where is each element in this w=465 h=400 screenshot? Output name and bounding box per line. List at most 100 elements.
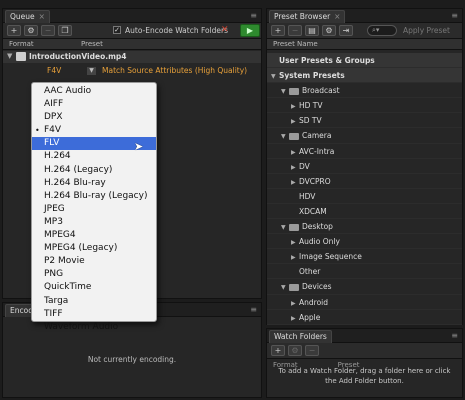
preset-value[interactable]: Match Source Attributes (High Quality) <box>102 66 247 75</box>
import-preset-button[interactable]: ⇥ <box>339 25 353 36</box>
queue-toolbar: + ⚙ − ❐ ✓ Auto-Encode Watch Folders ✕ ▶ <box>3 23 261 39</box>
category-icon <box>289 87 299 95</box>
preset-settings-button[interactable]: ⚙ <box>322 25 336 36</box>
preset-row-label: SD TV <box>299 116 322 126</box>
preset-row[interactable]: ▶ Android <box>267 295 462 310</box>
preset-row[interactable]: ▶ Audio Only <box>267 234 462 250</box>
apply-preset-button[interactable]: Apply Preset <box>403 26 450 35</box>
preset-row[interactable]: ▶ AVC-Intra <box>267 144 462 159</box>
format-option-label: H.264 Blu-ray (Legacy) <box>44 190 148 201</box>
format-option-label: H.264 (Legacy) <box>44 164 113 175</box>
auto-encode-checkbox[interactable]: ✓ <box>113 26 121 34</box>
preset-row[interactable]: ▶ DVCPRO <box>267 174 462 189</box>
preset-row[interactable]: ▼ Devices <box>267 279 462 295</box>
format-option[interactable]: MPEG4 (Legacy) <box>32 242 156 255</box>
preset-row[interactable]: ▼ Camera <box>267 128 462 144</box>
preset-row[interactable]: ▶ DV <box>267 159 462 174</box>
preset-group-row[interactable]: User Presets & Groups <box>267 53 462 69</box>
disclosure-triangle-icon[interactable]: ▶ <box>291 175 299 190</box>
preset-row[interactable]: ▶ SD TV <box>267 113 462 129</box>
format-option-label: PNG <box>44 269 64 280</box>
disclosure-triangle-icon[interactable]: ▼ <box>281 280 289 295</box>
disclosure-triangle-icon[interactable]: ▼ <box>281 84 289 99</box>
disclosure-triangle-icon[interactable]: ▼ <box>281 220 289 235</box>
format-option[interactable]: AIFF <box>32 98 156 111</box>
format-option[interactable]: AAC Audio <box>32 85 156 98</box>
queue-item[interactable]: ▼ IntroductionVideo.mp4 <box>3 51 261 63</box>
add-folder-button[interactable]: + <box>271 345 285 356</box>
format-option[interactable]: QuickTime <box>32 281 156 294</box>
preset-row[interactable]: Other <box>267 264 462 280</box>
close-icon[interactable]: × <box>334 12 340 21</box>
watch-settings-button[interactable]: ⚙ <box>288 345 302 356</box>
panel-menu-icon[interactable]: ≡ <box>451 11 458 20</box>
preset-row[interactable]: ▶ Image Sequence <box>267 249 462 265</box>
format-option[interactable]: JPEG <box>32 203 156 216</box>
tab-watch-folders[interactable]: Watch Folders <box>269 330 332 343</box>
disclosure-triangle-icon[interactable]: ▶ <box>291 250 299 265</box>
column-format[interactable]: Format <box>9 40 34 48</box>
expand-triangle-icon[interactable]: ▼ <box>7 52 12 60</box>
disclosure-triangle-icon[interactable]: ▶ <box>291 160 299 175</box>
format-option[interactable]: MPEG4 <box>32 229 156 242</box>
preset-row-label: XDCAM <box>299 206 327 216</box>
duplicate-button[interactable]: ❐ <box>58 25 72 36</box>
preset-group-row[interactable]: ▼ System Presets <box>267 68 462 84</box>
tab-preset-browser[interactable]: Preset Browser × <box>269 10 346 23</box>
preset-row[interactable]: HDV <box>267 189 462 204</box>
format-option[interactable]: H.264 (Legacy) <box>32 164 156 177</box>
queue-output-row[interactable]: F4V ▼ Match Source Attributes (High Qual… <box>3 65 261 77</box>
format-option-label: JPEG <box>44 203 65 214</box>
format-option-label: TIFF <box>44 308 63 319</box>
tab-queue[interactable]: Queue × <box>5 10 50 23</box>
format-option[interactable]: TIFF <box>32 308 156 321</box>
disclosure-triangle-icon[interactable]: ▶ <box>291 296 299 311</box>
column-preset-name[interactable]: Preset Name <box>273 40 318 48</box>
format-option[interactable]: H.264 Blu-ray (Legacy) <box>32 190 156 203</box>
preset-row[interactable]: XDCAM <box>267 204 462 220</box>
preset-row-label: Other <box>299 267 321 277</box>
disclosure-triangle-icon[interactable]: ▼ <box>271 69 279 84</box>
new-preset-button[interactable]: + <box>271 25 285 36</box>
watch-folders-tabbar: Watch Folders ≡ <box>267 329 462 343</box>
panel-menu-icon[interactable]: ≡ <box>250 305 257 314</box>
preset-dropdown-arrow-icon[interactable]: ▼ <box>87 67 96 75</box>
disclosure-triangle-icon[interactable]: ▶ <box>291 311 299 326</box>
format-dropdown-menu: AAC Audio AIFF DPX • F4V FLV H.264 H.264 (Legac… <box>31 82 157 332</box>
category-icon <box>289 283 299 291</box>
queue-item-name: IntroductionVideo.mp4 <box>29 52 127 61</box>
format-option[interactable]: MP3 <box>32 216 156 229</box>
preset-row[interactable]: ▼ Desktop <box>267 219 462 235</box>
disclosure-triangle-icon[interactable]: ▶ <box>291 145 299 160</box>
format-option[interactable]: DPX <box>32 111 156 124</box>
stop-queue-icon[interactable]: ✕ <box>221 25 229 35</box>
format-value[interactable]: F4V <box>47 66 61 75</box>
panel-menu-icon[interactable]: ≡ <box>451 331 458 340</box>
format-option[interactable]: • F4V <box>32 124 156 137</box>
remove-preset-button[interactable]: − <box>288 25 302 36</box>
preset-row[interactable]: ▼ Broadcast <box>267 83 462 99</box>
remove-folder-button[interactable]: − <box>305 345 319 356</box>
close-icon[interactable]: × <box>39 12 45 21</box>
format-option[interactable]: P2 Movie <box>32 255 156 268</box>
disclosure-triangle-icon[interactable]: ▼ <box>281 129 289 144</box>
column-preset[interactable]: Preset <box>81 40 103 48</box>
preset-row[interactable]: ▶ HD TV <box>267 98 462 114</box>
tab-encoding-label: Encod <box>10 306 33 315</box>
new-group-button[interactable]: ▤ <box>305 25 319 36</box>
start-queue-button[interactable]: ▶ <box>240 24 260 37</box>
add-source-button[interactable]: + <box>7 25 21 36</box>
disclosure-triangle-icon[interactable]: ▶ <box>291 235 299 250</box>
panel-menu-icon[interactable]: ≡ <box>250 11 257 20</box>
disclosure-triangle-icon[interactable]: ▶ <box>291 99 299 114</box>
search-input[interactable]: ⌕▾ <box>367 25 397 36</box>
format-option[interactable]: Targa <box>32 295 156 308</box>
format-option[interactable]: Waveform Audio <box>32 321 156 334</box>
disclosure-triangle-icon[interactable]: ▶ <box>291 114 299 129</box>
format-option[interactable]: PNG <box>32 268 156 281</box>
settings-button[interactable]: ⚙ <box>24 25 38 36</box>
format-option[interactable]: H.264 Blu-ray <box>32 177 156 190</box>
format-option-label: QuickTime <box>44 282 92 293</box>
remove-button[interactable]: − <box>41 25 55 36</box>
preset-row[interactable]: ▶ Apple <box>267 310 462 325</box>
